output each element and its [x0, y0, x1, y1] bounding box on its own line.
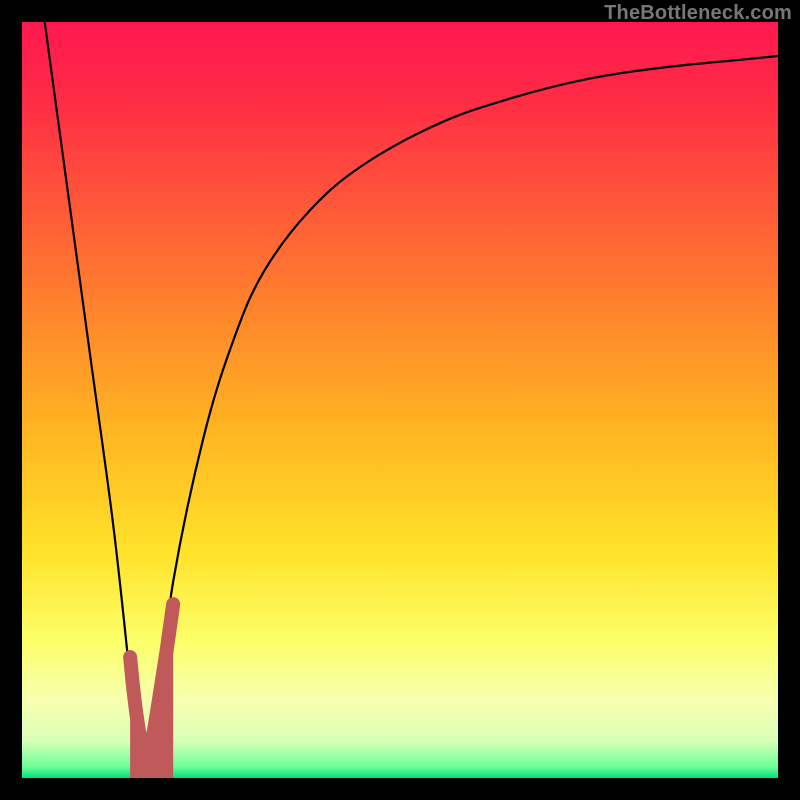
chart-frame: TheBottleneck.com — [0, 0, 800, 800]
bottleneck-plot — [22, 22, 778, 778]
